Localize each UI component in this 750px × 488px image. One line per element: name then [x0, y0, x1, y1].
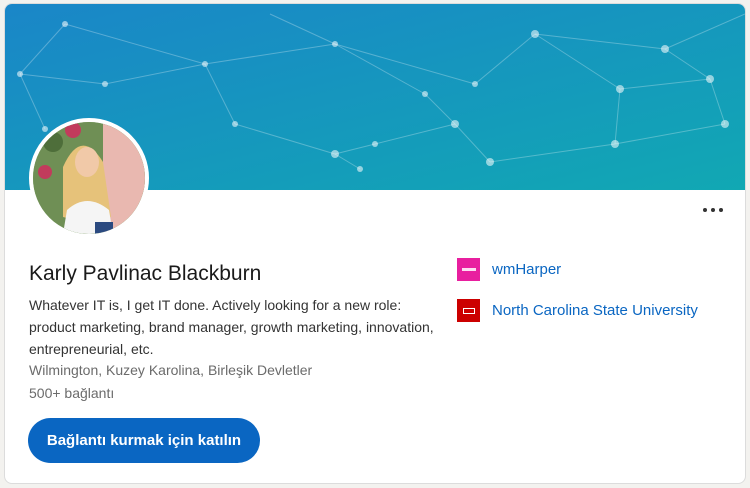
org-item-wmharper[interactable]: wmHarper — [457, 258, 561, 281]
company-logo-icon — [457, 258, 480, 281]
profile-headline: Whatever IT is, I get IT done. Actively … — [29, 297, 434, 357]
school-logo-icon — [457, 299, 480, 322]
profile-photo[interactable] — [29, 118, 149, 238]
profile-card: Karly Pavlinac Blackburn Whatever IT is,… — [4, 3, 746, 484]
connections-count[interactable]: 500+ bağlantı — [29, 385, 114, 401]
org-name: North Carolina State University — [492, 302, 698, 319]
more-horizontal-icon — [703, 208, 707, 212]
connect-button[interactable]: Bağlantı kurmak için katılın — [28, 418, 260, 463]
org-item-ncsu[interactable]: North Carolina State University — [457, 299, 698, 322]
more-options-button[interactable] — [699, 200, 727, 220]
profile-location: Wilmington, Kuzey Karolina, Birleşik Dev… — [29, 362, 313, 378]
profile-name: Karly Pavlinac Blackburn — [29, 262, 262, 285]
org-name: wmHarper — [492, 261, 562, 278]
